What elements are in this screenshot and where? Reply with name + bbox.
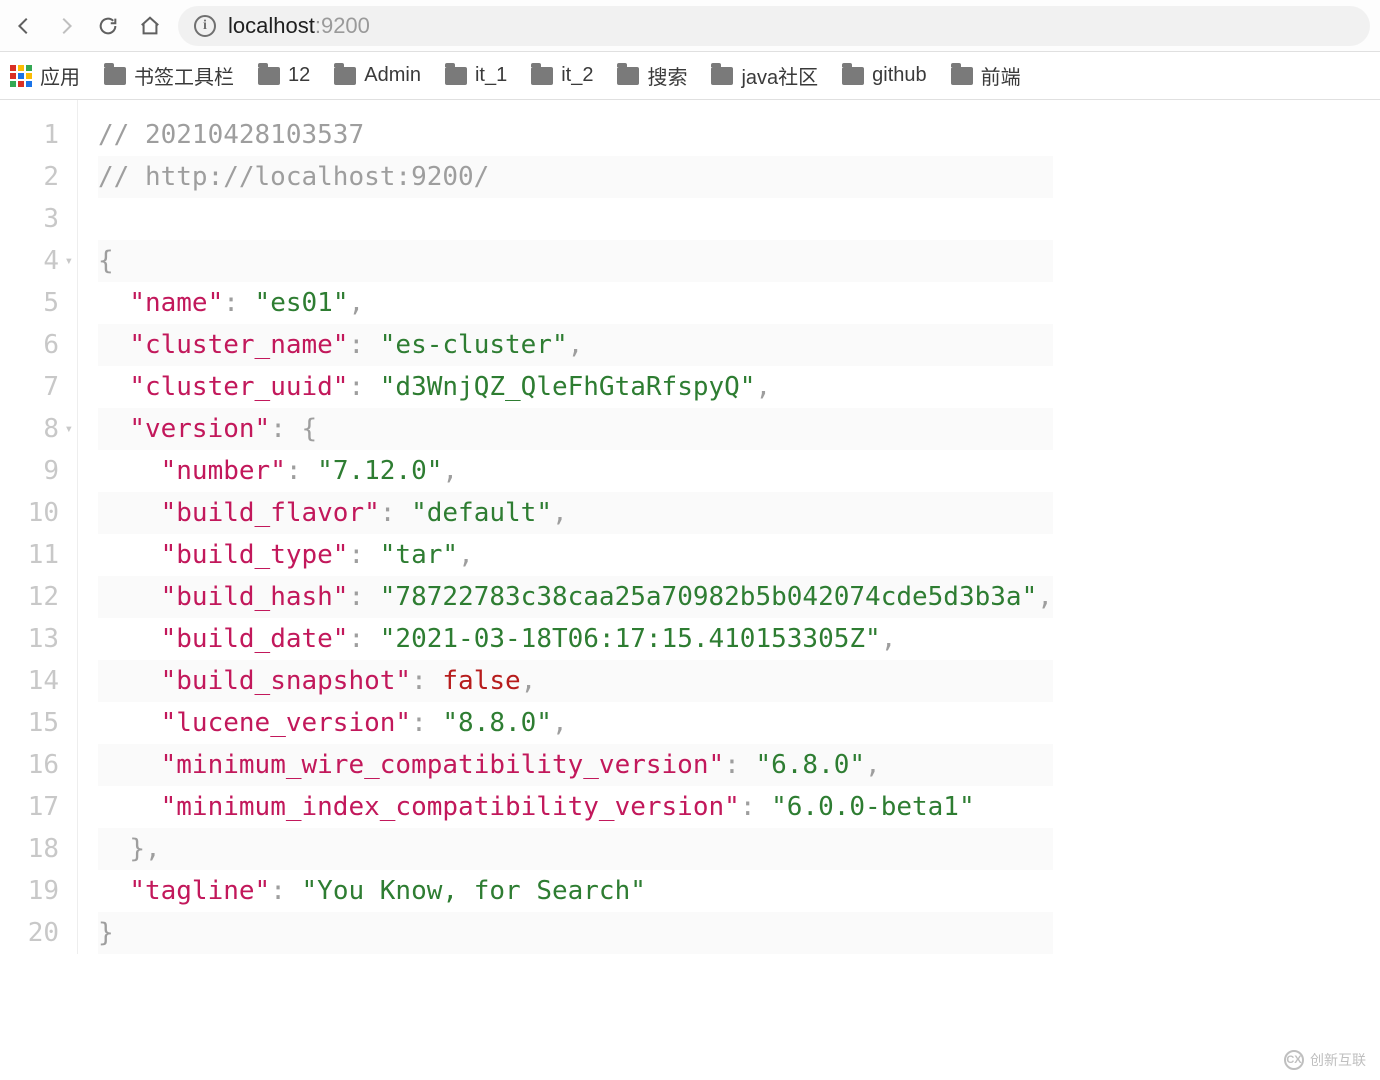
folder-icon [445,67,467,85]
bookmark-folder[interactable]: 书签工具栏 [104,61,234,90]
apps-icon [10,65,32,87]
code-line: "build_hash": "78722783c38caa25a70982b5b… [98,576,1053,618]
line-number: 20 [0,912,59,954]
json-viewer: 1234567891011121314151617181920 // 20210… [0,100,1380,954]
code-line: "minimum_wire_compatibility_version": "6… [98,744,1053,786]
bookmark-label: it_2 [561,64,593,87]
bookmark-folder[interactable]: Admin [334,64,421,87]
line-number: 8 [0,408,59,450]
folder-icon [258,67,280,85]
folder-icon [711,67,733,85]
code-line: "minimum_index_compatibility_version": "… [98,786,1053,828]
watermark-text: 创新互联 [1310,1050,1366,1070]
apps-label: 应用 [40,61,80,90]
reload-button[interactable] [94,12,122,40]
line-number: 2 [0,156,59,198]
bookmark-label: 搜索 [647,61,687,90]
site-info-icon[interactable]: i [194,15,216,37]
folder-icon [951,67,973,85]
apps-button[interactable]: 应用 [10,61,80,90]
browser-toolbar: i localhost:9200 [0,0,1380,52]
line-number: 7 [0,366,59,408]
line-number: 17 [0,786,59,828]
bookmark-label: 前端 [981,61,1021,90]
line-number: 6 [0,324,59,366]
line-number: 1 [0,114,59,156]
bookmark-folder[interactable]: java社区 [711,61,818,90]
address-bar[interactable]: i localhost:9200 [178,6,1370,46]
code-line [98,198,1053,240]
bookmark-folder[interactable]: 前端 [951,61,1021,90]
bookmark-label: java社区 [741,61,818,90]
bookmark-label: it_1 [475,64,507,87]
line-number: 12 [0,576,59,618]
code-line: "number": "7.12.0", [98,450,1053,492]
forward-button[interactable] [52,12,80,40]
code-line: // http://localhost:9200/ [98,156,1053,198]
code-line: "lucene_version": "8.8.0", [98,702,1053,744]
code-line: "build_date": "2021-03-18T06:17:15.41015… [98,618,1053,660]
back-button[interactable] [10,12,38,40]
folder-icon [531,67,553,85]
folder-icon [842,67,864,85]
bookmark-label: Admin [364,64,421,87]
bookmark-folder[interactable]: 12 [258,64,310,87]
code-line: "build_type": "tar", [98,534,1053,576]
watermark-icon: CX [1284,1050,1304,1070]
folder-icon [334,67,356,85]
line-number: 14 [0,660,59,702]
code-line: "cluster_uuid": "d3WnjQZ_QleFhGtaRfspyQ"… [98,366,1053,408]
bookmark-folder[interactable]: github [842,64,927,87]
code-content: // 20210428103537// http://localhost:920… [78,100,1053,954]
code-line: "version": { [98,408,1053,450]
code-line: } [98,912,1053,954]
code-line: "build_snapshot": false, [98,660,1053,702]
line-number: 4 [0,240,59,282]
line-number-gutter: 1234567891011121314151617181920 [0,100,78,954]
code-line: "build_flavor": "default", [98,492,1053,534]
code-line: { [98,240,1053,282]
line-number: 5 [0,282,59,324]
line-number: 11 [0,534,59,576]
code-line: "tagline": "You Know, for Search" [98,870,1053,912]
line-number: 18 [0,828,59,870]
folder-icon [104,67,126,85]
bookmark-label: github [872,64,927,87]
code-line: "name": "es01", [98,282,1053,324]
line-number: 13 [0,618,59,660]
watermark: CX 创新互联 [1284,1050,1366,1070]
bookmark-folder[interactable]: 搜索 [617,61,687,90]
address-text: localhost:9200 [228,13,370,39]
line-number: 15 [0,702,59,744]
line-number: 16 [0,744,59,786]
line-number: 19 [0,870,59,912]
code-line: "cluster_name": "es-cluster", [98,324,1053,366]
bookmark-folder[interactable]: it_2 [531,64,593,87]
line-number: 10 [0,492,59,534]
bookmark-label: 书签工具栏 [134,61,234,90]
line-number: 3 [0,198,59,240]
code-line: // 20210428103537 [98,114,1053,156]
home-button[interactable] [136,12,164,40]
folder-icon [617,67,639,85]
bookmark-label: 12 [288,64,310,87]
code-line: }, [98,828,1053,870]
bookmark-folder[interactable]: it_1 [445,64,507,87]
bookmarks-bar: 应用 书签工具栏 12 Admin it_1 it_2 搜索 java社区 github 前端 [0,52,1380,100]
line-number: 9 [0,450,59,492]
